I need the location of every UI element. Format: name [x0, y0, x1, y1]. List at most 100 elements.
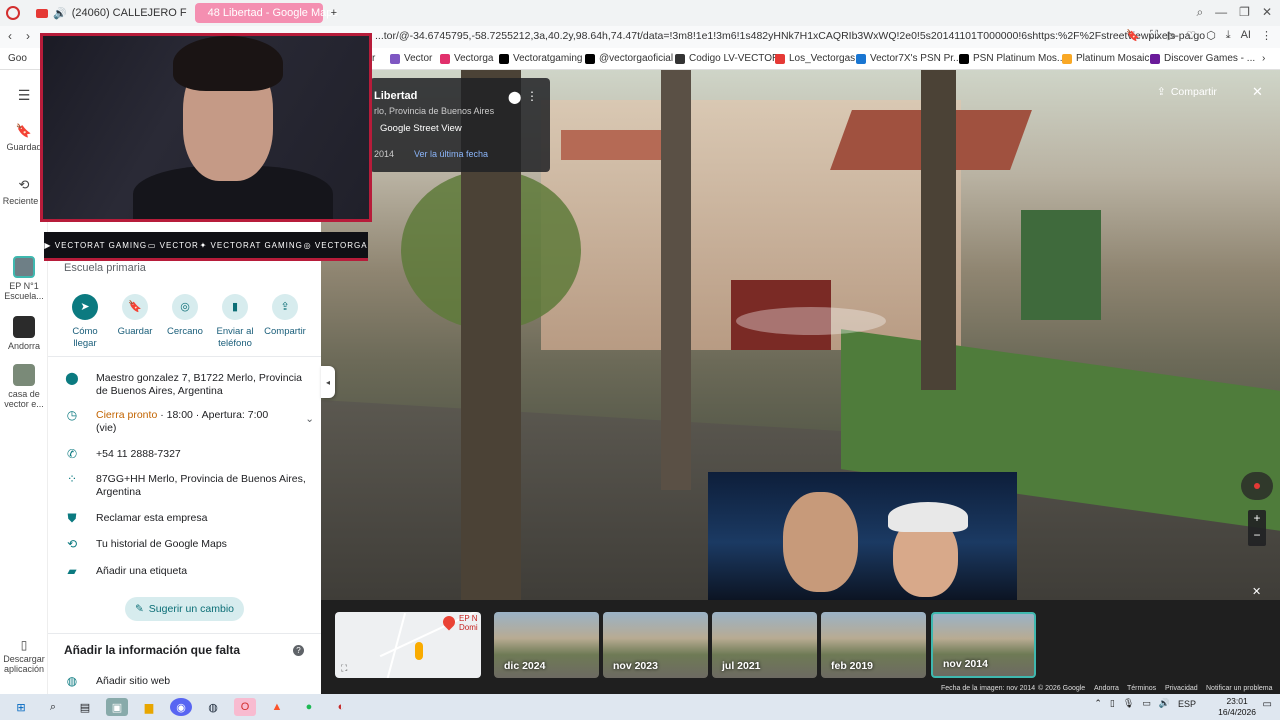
- close-filmstrip-icon[interactable]: ✕: [1252, 585, 1261, 598]
- brave-icon[interactable]: ▲: [266, 698, 288, 716]
- hours-row[interactable]: ◷ Cierra pronto · 18:00 · Apertura: 7:00 …: [64, 409, 314, 435]
- window-controls: ⌕ — ❐ ✕: [1196, 5, 1272, 20]
- country-link[interactable]: Andorra: [1094, 685, 1119, 692]
- label-row[interactable]: ▰ Añadir una etiqueta: [64, 565, 314, 581]
- close-street-view-icon[interactable]: ✕: [1252, 84, 1263, 100]
- bookmark-item[interactable]: Codigo LV-VECTOR: [675, 53, 779, 64]
- nearby-button[interactable]: ◎ Cercano: [160, 294, 210, 350]
- close-window-icon[interactable]: ✕: [1262, 5, 1272, 20]
- suggest-edit-button[interactable]: ✎ Sugerir un cambio: [125, 597, 244, 621]
- app-icon[interactable]: ◐: [330, 698, 352, 716]
- plus-code-row[interactable]: ⁘ 87GG+HH Merlo, Provincia de Buenos Aire…: [64, 473, 314, 499]
- help-icon[interactable]: ?: [293, 645, 304, 656]
- timeline-thumbnail[interactable]: dic 2024: [494, 612, 599, 678]
- claim-row[interactable]: ⛊ Reclamar esta empresa: [64, 512, 314, 528]
- app-icon[interactable]: ▣: [106, 698, 128, 716]
- snapshot-icon[interactable]: ⛶: [1150, 29, 1158, 42]
- latest-date-link[interactable]: Ver la última fecha: [414, 149, 488, 159]
- steam-icon[interactable]: ◍: [202, 698, 224, 716]
- tray-chevron-icon[interactable]: ⌃: [1094, 698, 1102, 709]
- menu-icon[interactable]: ⋮: [1261, 29, 1272, 42]
- bookmark-item[interactable]: Vectoratgaming: [499, 53, 583, 64]
- search-icon[interactable]: ⌕: [42, 698, 64, 716]
- rail-download-app[interactable]: ▯ Descargar aplicación: [0, 639, 48, 674]
- bookmark-item[interactable]: Vector7X's PSN Pr...: [856, 53, 961, 64]
- compass-needle-icon: [1254, 483, 1260, 489]
- tab-callejero[interactable]: 🔊 (24060) CALLEJERO F: [28, 3, 195, 23]
- bookmark-page-icon[interactable]: 🔖: [1126, 29, 1140, 42]
- timeline-thumbnail[interactable]: feb 2019: [821, 612, 926, 678]
- heart-icon[interactable]: ♡: [1186, 29, 1196, 42]
- opera-logo-icon[interactable]: [6, 6, 20, 20]
- minimize-icon[interactable]: —: [1215, 5, 1227, 20]
- clock[interactable]: 23:01 16/4/2026: [1218, 696, 1256, 718]
- bookmark-item[interactable]: Vector: [390, 53, 432, 64]
- zoom-in-button[interactable]: +: [1248, 510, 1266, 527]
- bookmark-item[interactable]: Los_Vectorgas: [775, 53, 855, 64]
- compass-control[interactable]: [1241, 472, 1273, 500]
- bookmark-item[interactable]: Vectorga: [440, 53, 493, 64]
- windows-start-icon[interactable]: ⊞: [10, 698, 32, 716]
- file-explorer-icon[interactable]: ▆: [138, 698, 160, 716]
- opera-taskbar-icon[interactable]: O: [234, 698, 256, 716]
- send-to-phone-button[interactable]: ▮ Enviar al teléfono: [210, 294, 260, 350]
- spotify-icon[interactable]: ●: [298, 698, 320, 716]
- phone-row[interactable]: ✆ +54 11 2888-7327: [64, 448, 314, 464]
- add-website-row[interactable]: ◍ Añadir sitio web: [64, 675, 314, 691]
- chevron-down-icon[interactable]: ⌄: [305, 413, 314, 426]
- microphone-icon[interactable]: 🎙: [1123, 698, 1134, 709]
- rail-recent-place[interactable]: Andorra: [0, 316, 48, 351]
- bookmark-item[interactable]: Platinum Mosaic: [1062, 53, 1149, 64]
- share-street-view-button[interactable]: ⇪ Compartir: [1157, 81, 1237, 103]
- mini-map-thumbnail[interactable]: EP N Domi ⛶: [335, 612, 481, 678]
- tab-google-maps[interactable]: 48 Libertad - Google Maps: [194, 3, 338, 23]
- streamer-hair: [173, 36, 283, 91]
- tree-trunk: [661, 70, 691, 490]
- volume-icon[interactable]: 🔊: [1159, 698, 1170, 709]
- history-row[interactable]: ⟲ Tu historial de Google Maps: [64, 538, 314, 554]
- collapse-panel-button[interactable]: ◂: [321, 366, 335, 398]
- timeline-thumbnail[interactable]: nov 2023: [603, 612, 708, 678]
- download-icon[interactable]: ⤓: [1226, 29, 1231, 42]
- back-icon[interactable]: ‹: [8, 29, 12, 43]
- timeline-thumbnail-selected[interactable]: nov 2014: [931, 612, 1036, 678]
- bookmark-item[interactable]: Discover Games - ...: [1150, 53, 1255, 64]
- navigation-cursor-ellipse[interactable]: [736, 307, 886, 335]
- bookmark-item[interactable]: Goo: [8, 53, 27, 64]
- save-button[interactable]: 🔖 Guardar: [110, 294, 160, 350]
- network-icon[interactable]: ▭: [1142, 698, 1151, 709]
- map-pin-icon[interactable]: ⬤: [508, 90, 521, 104]
- bookmark-item[interactable]: PSN Platinum Mos...: [959, 53, 1065, 64]
- language-indicator[interactable]: ESP: [1178, 699, 1196, 709]
- extensions-icon[interactable]: ⬡: [1206, 29, 1216, 42]
- search-tabs-icon[interactable]: ⌕: [1196, 5, 1203, 20]
- report-problem-link[interactable]: Notificar un problema: [1206, 685, 1273, 692]
- new-tab-button[interactable]: +: [323, 3, 345, 23]
- ai-button[interactable]: AI: [1241, 29, 1251, 42]
- address-row[interactable]: ⬤ Maestro gonzalez 7, B1722 Merlo, Provin…: [64, 372, 314, 398]
- zoom-out-button[interactable]: −: [1248, 527, 1266, 544]
- privacy-link[interactable]: Privacidad: [1165, 685, 1198, 692]
- notifications-icon[interactable]: ▭: [1263, 699, 1272, 710]
- more-options-icon[interactable]: ⋮: [526, 89, 538, 103]
- timeline-thumbnail[interactable]: jul 2021: [712, 612, 817, 678]
- bookmarks-overflow-icon[interactable]: ›: [1262, 53, 1265, 64]
- task-view-icon[interactable]: ▤: [74, 698, 96, 716]
- tray-app-icon[interactable]: ▯: [1110, 698, 1115, 709]
- directions-button[interactable]: ➤ Cómo llegar: [60, 294, 110, 350]
- restore-icon[interactable]: ❐: [1239, 5, 1250, 20]
- rail-recent-place[interactable]: casa de vector e...: [0, 364, 48, 409]
- play-icon[interactable]: ▷: [1168, 29, 1176, 42]
- twitch-social: ▭ VECTOR: [147, 240, 199, 250]
- forward-icon[interactable]: ›: [26, 29, 30, 43]
- expand-map-icon[interactable]: ⛶: [341, 663, 347, 674]
- url-text[interactable]: ...tor/@-34.6745795,-58.7255212,3a,40.2y…: [375, 30, 1205, 42]
- share-button[interactable]: ⇪ Compartir: [260, 294, 310, 350]
- bookmark-item[interactable]: @vectorgaoficial: [585, 53, 673, 64]
- bookmark-label: Platinum Mosaic: [1076, 53, 1150, 64]
- terms-link[interactable]: Términos: [1127, 685, 1156, 692]
- rail-recent-place[interactable]: EP N°1 Escuela...: [0, 256, 48, 301]
- bookmark-item[interactable]: r: [372, 53, 375, 64]
- discord-icon[interactable]: ◉: [170, 698, 192, 716]
- hours-status: Cierra pronto: [96, 409, 158, 421]
